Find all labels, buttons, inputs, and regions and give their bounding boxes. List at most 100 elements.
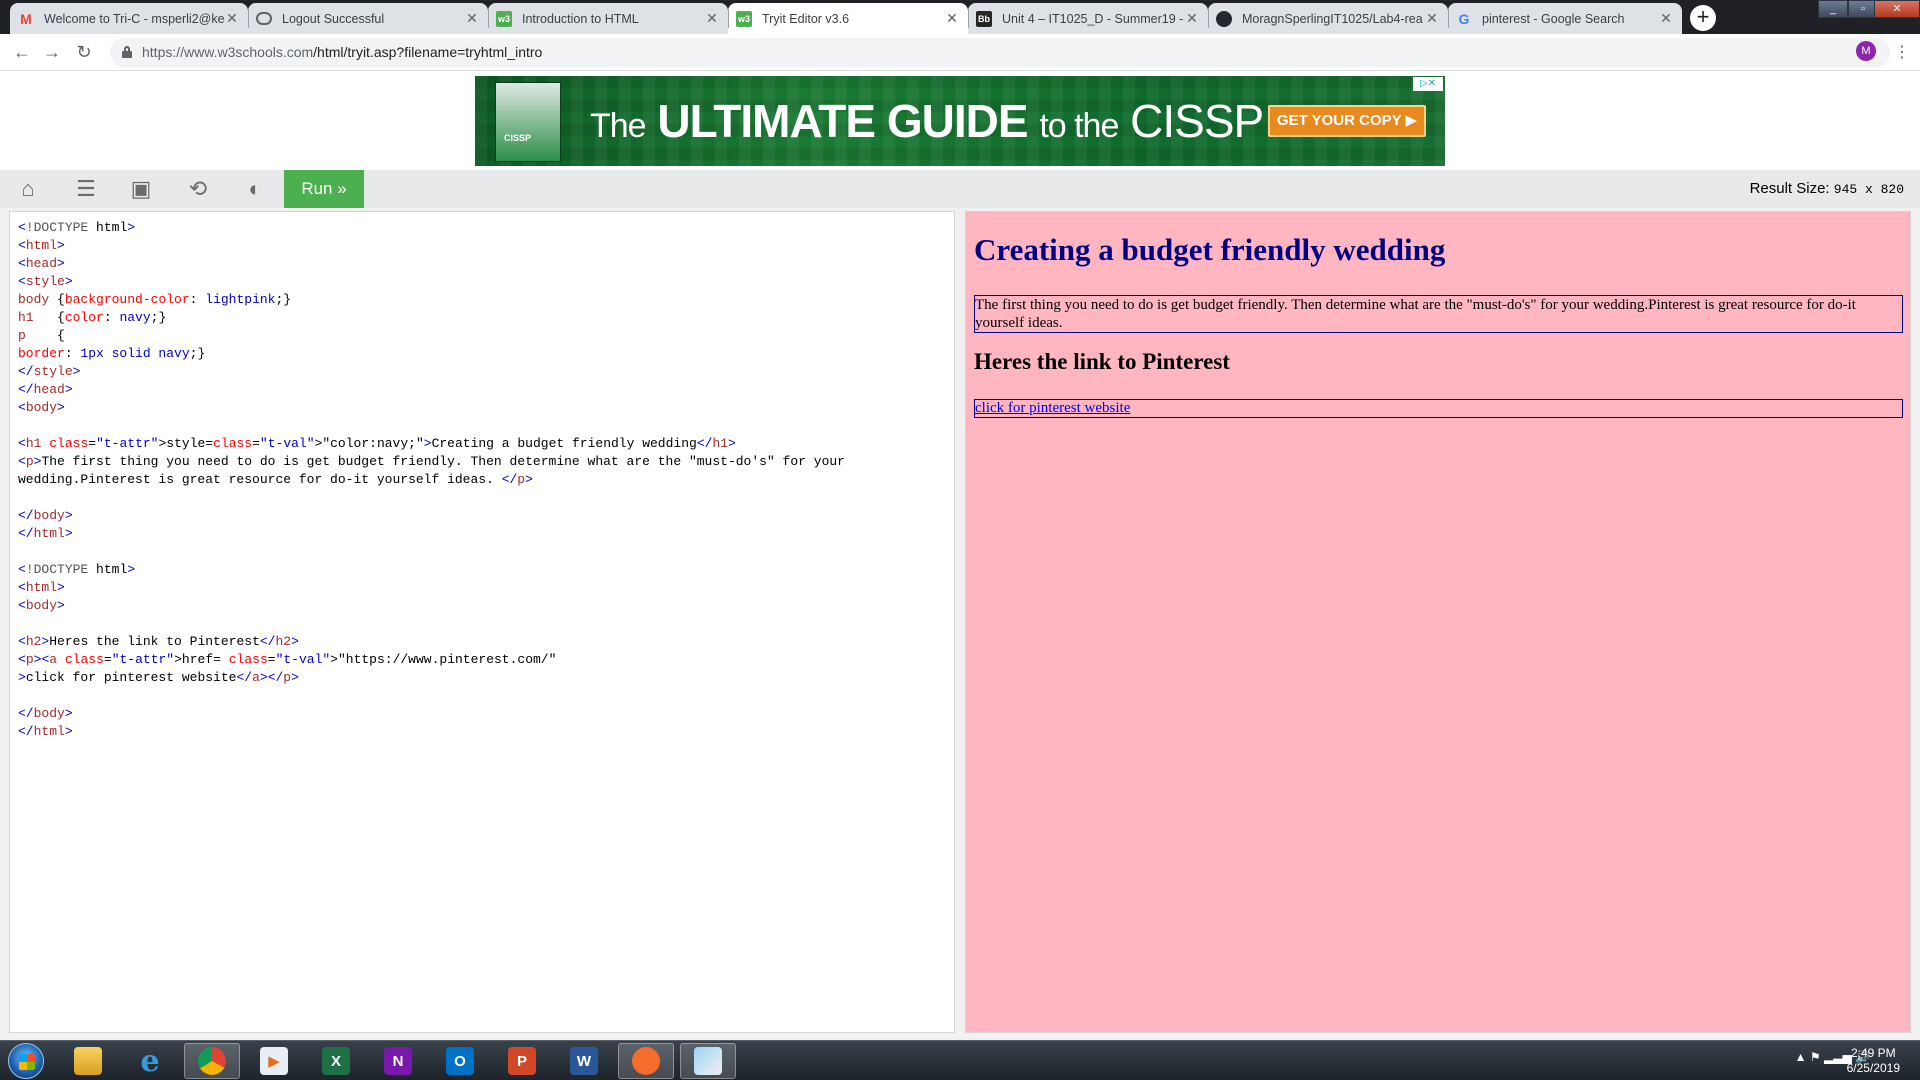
tab-google-search[interactable]: G pinterest - Google Search ✕ <box>1448 3 1682 34</box>
save-icon[interactable]: ▣ <box>127 176 155 202</box>
code-line[interactable]: body {background-color: lightpink;} <box>18 291 946 309</box>
code-line[interactable]: </html> <box>18 525 946 543</box>
result-paragraph: The first thing you need to do is get bu… <box>974 295 1903 333</box>
new-tab-button[interactable]: + <box>1690 5 1716 31</box>
close-tab-icon[interactable]: ✕ <box>1184 10 1200 27</box>
code-line[interactable]: </body> <box>18 507 946 525</box>
tab-intro-html[interactable]: w3 Introduction to HTML ✕ <box>488 3 728 34</box>
code-line[interactable]: h1 {color: navy;} <box>18 309 946 327</box>
code-line[interactable]: <h2>Heres the link to Pinterest</h2> <box>18 633 946 651</box>
browser-menu-icon[interactable]: ⋮ <box>1894 42 1910 62</box>
close-tab-icon[interactable]: ✕ <box>944 10 960 27</box>
url-text[interactable]: https://www.w3schools.com/html/tryit.asp… <box>142 44 542 60</box>
profile-avatar[interactable]: M <box>1856 41 1876 61</box>
taskbar-chrome[interactable] <box>184 1043 240 1079</box>
code-line[interactable] <box>18 543 946 561</box>
pinterest-link[interactable]: click for pinterest website <box>975 400 1130 416</box>
result-frame[interactable]: Creating a budget friendly wedding The f… <box>965 211 1911 1033</box>
code-line[interactable]: wedding.Pinterest is great resource for … <box>18 471 946 489</box>
code-line[interactable]: <body> <box>18 399 946 417</box>
tab-title: Unit 4 – IT1025_D - Summer19 - <box>1002 11 1184 26</box>
close-tab-icon[interactable]: ✕ <box>1658 10 1674 27</box>
windows-taskbar: e ▶ X N O P W ▲ ⚑ ▂▃▅ 🔊 2:49 PM 6/25/201… <box>0 1040 1920 1080</box>
code-line[interactable]: <h1 class="t-attr">style=class="t-val">"… <box>18 435 946 453</box>
code-line[interactable] <box>18 417 946 435</box>
start-button[interactable] <box>8 1043 44 1079</box>
taskbar-origin[interactable] <box>618 1043 674 1079</box>
reload-icon[interactable]: ↻ <box>74 42 94 62</box>
forward-arrow-icon[interactable]: → <box>42 42 62 62</box>
code-line[interactable] <box>18 615 946 633</box>
tab-blackboard[interactable]: Bb Unit 4 – IT1025_D - Summer19 - ✕ <box>968 3 1208 34</box>
code-line[interactable] <box>18 489 946 507</box>
code-line[interactable]: <html> <box>18 237 946 255</box>
tab-title: Introduction to HTML <box>522 11 639 26</box>
menu-icon[interactable]: ☰ <box>72 176 100 202</box>
code-line[interactable]: <style> <box>18 273 946 291</box>
github-icon <box>1216 10 1232 27</box>
code-line[interactable]: </body> <box>18 705 946 723</box>
taskbar-onenote[interactable]: N <box>370 1043 426 1079</box>
word-icon: W <box>570 1047 598 1075</box>
code-line[interactable]: border: 1px solid navy;} <box>18 345 946 363</box>
back-arrow-icon[interactable]: ← <box>12 42 32 62</box>
code-line[interactable]: >click for pinterest website</a></p> <box>18 669 946 687</box>
minimize-button[interactable]: _ <box>1818 0 1848 18</box>
code-line[interactable]: <!DOCTYPE html> <box>18 561 946 579</box>
taskbar-internet-explorer[interactable]: e <box>122 1043 178 1079</box>
code-line[interactable] <box>18 687 946 705</box>
adchoices-icon[interactable]: ▷✕ <box>1413 77 1443 91</box>
ad-word-the: The <box>590 107 647 145</box>
taskbar-file-explorer[interactable] <box>60 1043 116 1079</box>
theme-contrast-icon[interactable]: ◐ <box>241 176 269 202</box>
globe-icon <box>256 12 272 25</box>
tryit-workarea: <!DOCTYPE html> <html> <head> <style> body {… <box>0 208 1920 1045</box>
gmail-icon: M <box>20 10 32 27</box>
url-path: /html/tryit.asp?filename=tryhtml_intro <box>313 44 543 60</box>
close-tab-icon[interactable]: ✕ <box>224 10 240 27</box>
tab-gmail[interactable]: M Welcome to Tri-C - msperli2@ke ✕ <box>10 3 248 34</box>
action-center-flag-icon[interactable]: ⚑ <box>1810 1050 1821 1064</box>
code-editor[interactable]: <!DOCTYPE html> <html> <head> <style> body {… <box>9 211 955 1033</box>
code-line[interactable]: </html> <box>18 723 946 741</box>
folder-icon <box>74 1047 102 1075</box>
code-line[interactable]: p { <box>18 327 946 345</box>
show-hidden-icons-icon[interactable]: ▲ <box>1795 1050 1807 1064</box>
close-tab-icon[interactable]: ✕ <box>704 10 720 27</box>
result-size-label: Result Size: <box>1749 180 1830 197</box>
browser-tab-strip: M Welcome to Tri-C - msperli2@ke ✕ Logou… <box>0 0 1920 34</box>
tab-title: Welcome to Tri-C - msperli2@ke <box>44 11 224 26</box>
url-host: https://www.w3schools.com <box>142 44 314 60</box>
code-line[interactable]: <p><a class="t-attr">href= class="t-val"… <box>18 651 946 669</box>
code-line[interactable]: </style> <box>18 363 946 381</box>
code-line[interactable]: <head> <box>18 255 946 273</box>
taskbar-excel[interactable]: X <box>308 1043 364 1079</box>
taskbar-media-player[interactable]: ▶ <box>246 1043 302 1079</box>
window-close-button[interactable]: ✕ <box>1874 0 1920 18</box>
tab-tryit-editor[interactable]: w3 Tryit Editor v3.6 ✕ <box>728 3 968 34</box>
close-tab-icon[interactable]: ✕ <box>464 10 480 27</box>
cissp-advertisement-banner[interactable]: CISSP The ULTIMATE GUIDE to the CISSP GE… <box>475 76 1445 166</box>
taskbar-powerpoint[interactable]: P <box>494 1043 550 1079</box>
tab-logout[interactable]: Logout Successful ✕ <box>248 3 488 34</box>
code-line[interactable]: <!DOCTYPE html> <box>18 219 946 237</box>
rotate-orientation-icon[interactable]: ⟲ <box>184 176 212 202</box>
home-icon[interactable]: ⌂ <box>14 176 42 202</box>
code-line[interactable]: <body> <box>18 597 946 615</box>
taskbar-paint[interactable] <box>680 1043 736 1079</box>
code-line[interactable]: <html> <box>18 579 946 597</box>
get-your-copy-button[interactable]: GET YOUR COPY ▶ <box>1268 105 1426 137</box>
tab-github[interactable]: MoragnSperlingIT1025/Lab4-rea ✕ <box>1208 3 1448 34</box>
address-bar[interactable]: https://www.w3schools.com/html/tryit.asp… <box>110 38 1890 67</box>
tab-separator <box>1448 10 1449 28</box>
run-button[interactable]: Run » <box>284 170 364 208</box>
book-cover-image: CISSP <box>495 82 561 162</box>
code-line[interactable]: <p>The first thing you need to do is get… <box>18 453 946 471</box>
ad-word-to-the: to the <box>1039 107 1119 145</box>
close-tab-icon[interactable]: ✕ <box>1424 10 1440 27</box>
taskbar-word[interactable]: W <box>556 1043 612 1079</box>
system-clock[interactable]: 2:49 PM 6/25/2019 <box>1847 1046 1900 1076</box>
taskbar-outlook[interactable]: O <box>432 1043 488 1079</box>
tab-separator <box>1208 10 1209 28</box>
code-line[interactable]: </head> <box>18 381 946 399</box>
